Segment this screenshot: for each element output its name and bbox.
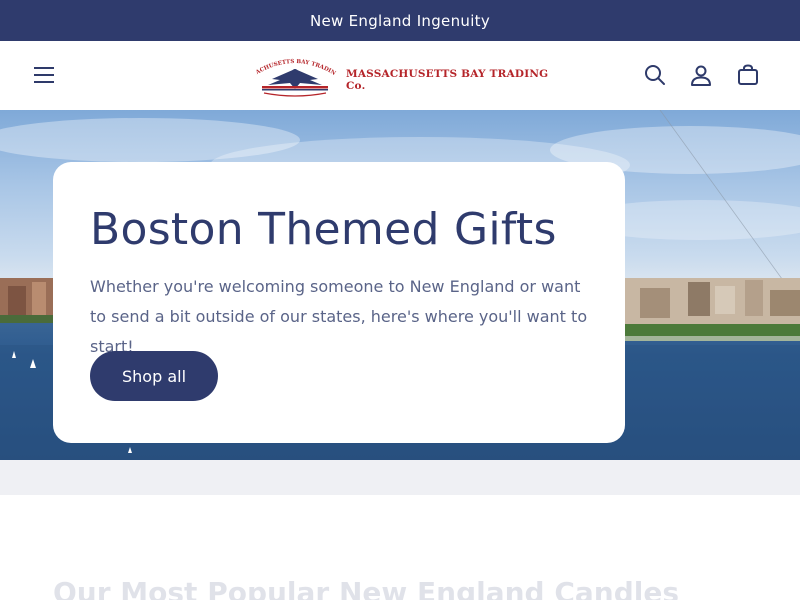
hero-title: Boston Themed Gifts (90, 204, 557, 255)
announcement-bar: New England Ingenuity (0, 0, 800, 41)
section-title: Our Most Popular New England Candles (53, 576, 680, 600)
hero-banner: Boston Themed Gifts Whether you're welco… (0, 110, 800, 460)
cart-icon[interactable] (736, 63, 760, 87)
shop-all-button[interactable]: Shop all (90, 351, 218, 401)
eagle-emblem-icon: MASSACHUSETTS BAY TRADING Co. (247, 51, 340, 97)
hero-card: Boston Themed Gifts Whether you're welco… (53, 162, 625, 443)
search-icon[interactable] (643, 63, 667, 87)
section-divider-band (0, 460, 800, 495)
site-header: MASSACHUSETTS BAY TRADING Co. MASSACHUSE… (0, 41, 800, 110)
site-logo[interactable]: MASSACHUSETTS BAY TRADING Co. MASSACHUSE… (247, 51, 550, 97)
logo-text: MASSACHUSETTS BAY TRADING Co. (346, 68, 549, 92)
hero-subtitle: Whether you're welcoming someone to New … (90, 277, 588, 356)
account-icon[interactable] (689, 63, 713, 87)
announcement-text: New England Ingenuity (309, 11, 491, 30)
menu-icon[interactable] (32, 64, 56, 86)
